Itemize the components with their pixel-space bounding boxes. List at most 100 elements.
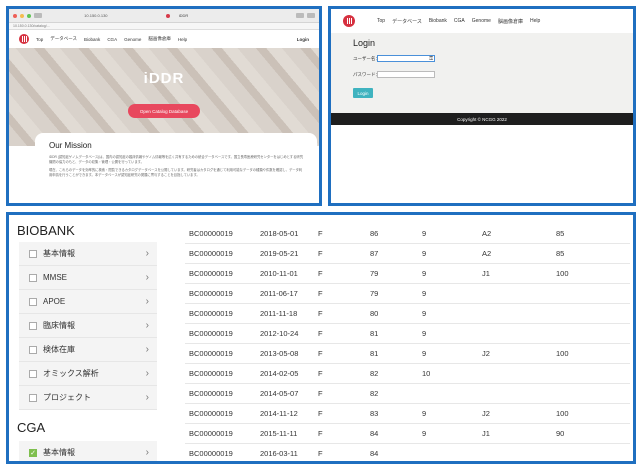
chevron-right-icon[interactable]: › xyxy=(146,320,149,331)
table-cell: 9 xyxy=(422,349,427,358)
table-cell: F xyxy=(318,289,323,298)
table-cell: BC00000019 xyxy=(189,429,233,438)
sidebar-item-label: MMSE xyxy=(43,273,67,282)
table-row[interactable]: BC00000019 2011-11-18 F 80 9 xyxy=(185,304,630,324)
checkbox-icon[interactable] xyxy=(29,321,37,330)
table-cell: BC00000019 xyxy=(189,309,233,318)
sidebar-item-mmse[interactable]: MMSE › xyxy=(19,266,157,290)
maximize-window-icon[interactable] xyxy=(27,13,31,18)
checkbox-icon[interactable] xyxy=(29,273,37,282)
table-cell: 90 xyxy=(556,429,565,438)
cga-section-title: CGA xyxy=(17,420,46,435)
login-button[interactable]: Login xyxy=(353,88,373,98)
login-title: Login xyxy=(353,38,376,48)
table-row[interactable]: BC00000019 2011-06-17 F 79 9 xyxy=(185,284,630,304)
sidebar-item-clinical[interactable]: 臨床情報 › xyxy=(19,314,157,338)
table-cell: BC00000019 xyxy=(189,289,233,298)
chevron-right-icon[interactable]: › xyxy=(146,344,149,355)
password-input[interactable] xyxy=(377,71,435,78)
browser-url[interactable]: 10.150.0.130 xyxy=(45,13,147,18)
nav-login[interactable]: Login xyxy=(297,37,309,42)
table-cell: J2 xyxy=(482,409,490,418)
address-line: 10.150.0.130/catalog/... xyxy=(9,23,319,30)
table-cell: J1 xyxy=(482,429,490,438)
chevron-right-icon[interactable]: › xyxy=(146,368,149,379)
table-cell: 9 xyxy=(422,249,427,258)
nav-cga[interactable]: CGA xyxy=(454,18,465,24)
nav-top[interactable]: Top xyxy=(377,18,385,24)
table-cell: 10 xyxy=(422,369,431,378)
chevron-right-icon[interactable]: › xyxy=(146,296,149,307)
table-row[interactable]: BC00000019 2019-05-21 F 87 9 A2 85 xyxy=(185,244,630,264)
nav-help[interactable]: Help xyxy=(530,18,540,24)
table-cell: 9 xyxy=(422,269,427,278)
ddr-logo-icon[interactable] xyxy=(19,34,29,44)
table-cell: 87 xyxy=(370,249,379,258)
table-row[interactable]: BC00000019 2014-02-05 F 82 10 xyxy=(185,364,630,384)
table-cell: BC00000019 xyxy=(189,349,233,358)
nav-cga[interactable]: CGA xyxy=(107,37,117,42)
table-cell: F xyxy=(318,429,323,438)
table-row[interactable]: BC00000019 2010-11-01 F 79 9 J1 100 xyxy=(185,264,630,284)
chevron-right-icon[interactable]: › xyxy=(146,248,149,259)
sidebar-item-label: 基本情報 xyxy=(43,249,75,258)
sidebar-item-basic-info[interactable]: 基本情報 › xyxy=(19,242,157,266)
table-row[interactable]: BC00000019 2016-03-11 F 84 xyxy=(185,444,630,461)
table-cell: 9 xyxy=(422,409,427,418)
table-cell: 85 xyxy=(556,229,565,238)
nav-biobank[interactable]: Biobank xyxy=(429,18,447,24)
minimize-window-icon[interactable] xyxy=(20,13,24,18)
key-icon[interactable]: ⚿ xyxy=(429,56,433,62)
table-row[interactable]: BC00000019 2013-05-08 F 81 9 J2 100 xyxy=(185,344,630,364)
nav-top[interactable]: Top xyxy=(36,37,43,42)
cga-filter-list: ✓ 基本情報 › xyxy=(19,441,157,461)
table-cell: 85 xyxy=(556,249,565,258)
table-cell: 86 xyxy=(370,229,379,238)
sidebar-item-cga-basic-info[interactable]: ✓ 基本情報 › xyxy=(19,441,157,461)
table-row[interactable]: BC00000019 2014-05-07 F 82 xyxy=(185,384,630,404)
sidebar-item-omics[interactable]: オミックス解析 › xyxy=(19,362,157,386)
checkbox-checked-icon[interactable]: ✓ xyxy=(29,448,37,457)
table-cell: 9 xyxy=(422,429,427,438)
username-input[interactable]: ⚿ xyxy=(377,55,435,62)
table-row[interactable]: BC00000019 2018-05-01 F 86 9 A2 85 xyxy=(185,224,630,244)
new-tab-icon[interactable] xyxy=(307,13,315,18)
nav-genome[interactable]: Genome xyxy=(124,37,141,42)
nav-database[interactable]: データベース xyxy=(392,18,422,25)
sidebar-item-project[interactable]: プロジェクト › xyxy=(19,386,157,410)
sidebar-item-specimen-stock[interactable]: 検体在庫 › xyxy=(19,338,157,362)
table-row[interactable]: BC00000019 2012-10-24 F 81 9 xyxy=(185,324,630,344)
share-icon[interactable] xyxy=(296,13,304,18)
nav-brain-image[interactable]: 脳画像倉庫 xyxy=(148,36,171,42)
footer-copyright: Copyright © NCGG 2022 xyxy=(331,113,633,125)
checkbox-icon[interactable] xyxy=(29,249,37,258)
nav-help[interactable]: Help xyxy=(178,37,187,42)
table-cell: 100 xyxy=(556,269,569,278)
checkbox-icon[interactable] xyxy=(29,345,37,354)
browser-tab-title[interactable]: iDDR xyxy=(179,13,189,18)
ddr-logo-icon[interactable] xyxy=(343,15,355,27)
table-cell: J2 xyxy=(482,349,490,358)
table-cell: 9 xyxy=(422,309,427,318)
checkbox-icon[interactable] xyxy=(29,393,37,402)
table-cell: 2014-02-05 xyxy=(260,369,299,378)
close-window-icon[interactable] xyxy=(13,13,17,18)
open-catalog-button[interactable]: Open Catalog Database xyxy=(128,104,200,118)
nav-database[interactable]: データベース xyxy=(50,36,77,42)
sidebar-item-apoe[interactable]: APOE › xyxy=(19,290,157,314)
chevron-right-icon[interactable]: › xyxy=(146,392,149,403)
checkbox-icon[interactable] xyxy=(29,297,37,306)
chevron-right-icon[interactable]: › xyxy=(146,272,149,283)
checkbox-icon[interactable] xyxy=(29,369,37,378)
sidebar-item-label: APOE xyxy=(43,297,66,306)
nav-genome[interactable]: Genome xyxy=(472,18,491,24)
table-row[interactable]: BC00000019 2014-11-12 F 83 9 J2 100 xyxy=(185,404,630,424)
table-cell: 81 xyxy=(370,349,379,358)
table-cell: 82 xyxy=(370,369,379,378)
table-row[interactable]: BC00000019 2015-11-11 F 84 9 J1 90 xyxy=(185,424,630,444)
nav-biobank[interactable]: Biobank xyxy=(84,37,100,42)
sidebar-toggle-icon[interactable] xyxy=(34,13,42,18)
table-cell: 82 xyxy=(370,389,379,398)
chevron-right-icon[interactable]: › xyxy=(146,447,149,458)
nav-brain-image[interactable]: 脳画像倉庫 xyxy=(498,18,523,25)
